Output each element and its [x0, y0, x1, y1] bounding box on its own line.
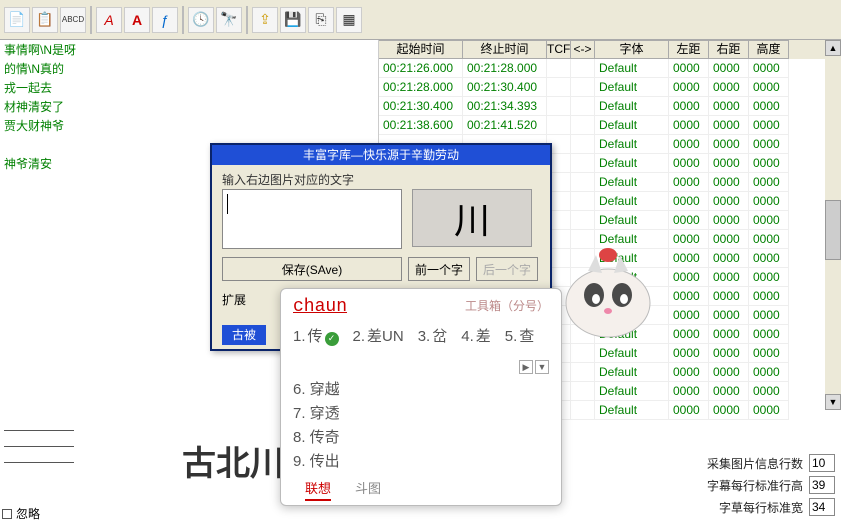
ignore-checkbox-row: 忽略	[2, 505, 40, 522]
mini-ruler	[4, 430, 74, 478]
col-font[interactable]: 字体	[595, 40, 669, 59]
rows-label: 采集图片信息行数	[707, 455, 803, 472]
tb-fx-icon[interactable]: ƒ	[152, 7, 178, 33]
extend-label: 扩展	[222, 291, 246, 308]
grid-header: 起始时间 终止时间 TCF <-> 字体 左距 右距 高度	[379, 40, 825, 59]
ime-candidate-column: 6. 穿越7. 穿透8. 传奇9. 传出	[293, 378, 549, 474]
ime-tab-lianxiang[interactable]: 联想	[305, 478, 331, 501]
dialog-prompt: 输入右边图片对应的文字	[222, 171, 540, 189]
ignore-label: 忽略	[16, 505, 40, 522]
tb-abcd-icon[interactable]: ABCD	[60, 7, 86, 33]
save-button[interactable]: 保存(SAve)	[222, 257, 402, 281]
ime-prev-icon[interactable]: ▶	[519, 360, 533, 374]
tb-bold-a-icon[interactable]: A	[124, 7, 150, 33]
ime-tab-doutu[interactable]: 斗图	[355, 478, 381, 501]
next-char-button: 后一个字	[476, 257, 538, 281]
ime-candidate[interactable]: 4.差	[461, 325, 491, 346]
ime-toolbox-hint: 工具箱（分号）	[465, 297, 549, 317]
tb-grid-icon[interactable]: ▦	[336, 7, 362, 33]
preview-big-text: 古北川	[182, 436, 284, 485]
ime-candidate[interactable]: 6. 穿越	[293, 378, 549, 402]
ime-candidate[interactable]: 1.传✓	[293, 325, 339, 346]
scroll-down-icon[interactable]: ▼	[825, 394, 841, 410]
bottom-settings: 采集图片信息行数 字幕每行标准行高 字草每行标准宽	[707, 452, 835, 518]
col-right[interactable]: 右距	[709, 40, 749, 59]
tb-export-icon[interactable]: ⇪	[252, 7, 278, 33]
tb-clock-icon[interactable]: 🕓	[188, 7, 214, 33]
ime-candidate[interactable]: 3.岔	[418, 325, 448, 346]
subtitle-line[interactable]: 材神清安了	[2, 98, 374, 117]
subtitle-line[interactable]: 事情啊\N是呀	[2, 41, 374, 60]
ime-candidate[interactable]: 7. 穿透	[293, 402, 549, 426]
linewidth-label: 字草每行标准宽	[719, 499, 803, 516]
dialog-tag: 古被	[222, 325, 266, 345]
scroll-thumb[interactable]	[825, 200, 841, 260]
char-text-input[interactable]	[222, 189, 402, 249]
toolbar-separator	[182, 6, 184, 34]
lineheight-label: 字幕每行标准行高	[707, 477, 803, 494]
prev-char-button[interactable]: 前一个字	[408, 257, 470, 281]
ime-panel: chaun 工具箱（分号） 1.传✓ 2.差UN 3.岔 4.差 5.查 ▶▼ 6. 穿越…	[280, 288, 562, 506]
col-height[interactable]: 高度	[749, 40, 789, 59]
rows-input[interactable]	[809, 454, 835, 472]
tb-binoculars-icon[interactable]: 🔭	[216, 7, 242, 33]
table-row[interactable]: 00:21:38.60000:21:41.520Default000000000…	[379, 116, 825, 135]
dialog-title: 丰富字库—快乐源于辛勤劳动	[212, 145, 550, 165]
tb-doc-icon[interactable]: 📋	[32, 7, 58, 33]
col-tcp[interactable]: TCF	[547, 40, 571, 59]
col-start[interactable]: 起始时间	[379, 40, 463, 59]
mascot-cat	[558, 243, 658, 343]
table-row[interactable]: 00:21:28.00000:21:30.400Default000000000…	[379, 78, 825, 97]
ime-candidate[interactable]: 2.差UN	[353, 325, 404, 346]
subtitle-line[interactable]: 贾大财神爷	[2, 117, 374, 136]
col-left[interactable]: 左距	[669, 40, 709, 59]
tb-save-icon[interactable]: 💾	[280, 7, 306, 33]
tb-text-a-icon[interactable]: A	[96, 7, 122, 33]
col-arrow[interactable]: <->	[571, 40, 595, 59]
subtitle-line[interactable]: 戎一起去	[2, 79, 374, 98]
subtitle-line[interactable]: 的情\N真的	[2, 60, 374, 79]
tb-file-icon[interactable]: 📄	[4, 7, 30, 33]
tb-copy-icon[interactable]: ⎘	[308, 7, 334, 33]
toolbar-separator	[246, 6, 248, 34]
table-row[interactable]: 00:21:26.00000:21:28.000Default000000000…	[379, 59, 825, 78]
col-end[interactable]: 终止时间	[463, 40, 547, 59]
ime-candidate[interactable]: 9. 传出	[293, 450, 549, 474]
toolbar-separator	[90, 6, 92, 34]
ime-candidate[interactable]: 5.查	[505, 325, 535, 346]
scroll-up-icon[interactable]: ▲	[825, 40, 841, 56]
ime-candidate-row: 1.传✓ 2.差UN 3.岔 4.差 5.查 ▶▼	[293, 325, 549, 374]
ime-composition[interactable]: chaun	[293, 297, 347, 317]
char-glyph-preview: 川	[412, 189, 532, 247]
lineheight-input[interactable]	[809, 476, 835, 494]
linewidth-input[interactable]	[809, 498, 835, 516]
ignore-checkbox[interactable]	[2, 509, 12, 519]
table-row[interactable]: 00:21:30.40000:21:34.393Default000000000…	[379, 97, 825, 116]
ime-dropdown-icon[interactable]: ▼	[535, 360, 549, 374]
main-toolbar: 📄 📋 ABCD A A ƒ 🕓 🔭 ⇪ 💾 ⎘ ▦	[0, 0, 841, 40]
ime-candidate[interactable]: 8. 传奇	[293, 426, 549, 450]
